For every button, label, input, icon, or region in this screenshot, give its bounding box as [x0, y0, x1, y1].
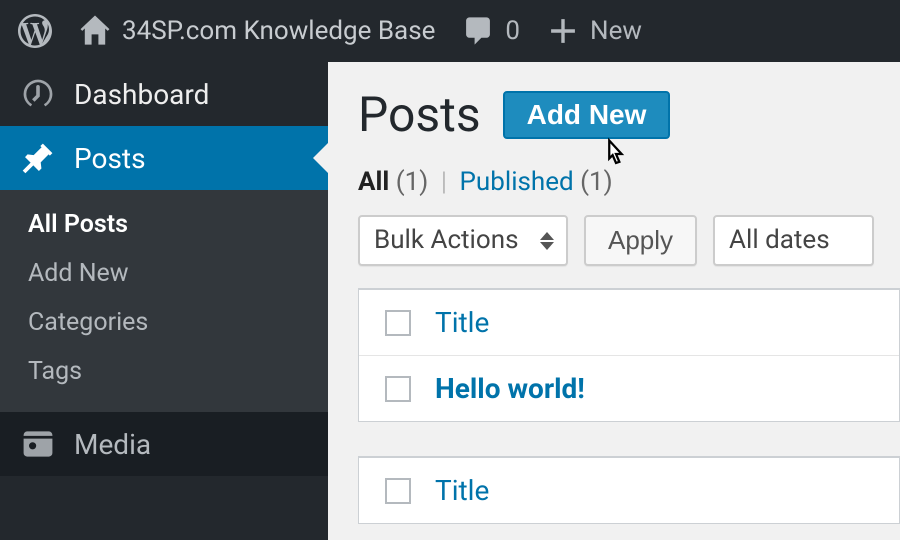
comment-icon	[461, 14, 495, 48]
select-arrows-icon	[540, 232, 556, 250]
table-footer-row: Title	[359, 458, 899, 523]
apply-button[interactable]: Apply	[584, 215, 697, 266]
page-header: Posts Add New	[358, 86, 900, 143]
submenu-categories[interactable]: Categories	[0, 298, 328, 347]
comments-link[interactable]: 0	[453, 0, 528, 62]
menu-media[interactable]: Media	[0, 412, 328, 476]
menu-posts-label: Posts	[74, 142, 146, 175]
home-icon	[78, 14, 112, 48]
date-filter-label: All dates	[729, 225, 830, 255]
admin-sidebar: Dashboard Posts All Posts Add New Catego…	[0, 62, 328, 540]
bulk-actions-label: Bulk Actions	[374, 225, 519, 255]
site-title: 34SP.com Knowledge Base	[122, 16, 435, 46]
posts-table-footer: Title	[358, 456, 900, 524]
content-area: Posts Add New All (1) | Published (1) Bu…	[328, 62, 900, 540]
wordpress-logo-icon	[18, 14, 52, 48]
menu-dashboard[interactable]: Dashboard	[0, 62, 328, 126]
filter-published-link[interactable]: Published	[460, 167, 574, 197]
submenu-tags[interactable]: Tags	[0, 347, 328, 396]
table-row: Hello world!	[359, 356, 899, 421]
site-link[interactable]: 34SP.com Knowledge Base	[70, 0, 443, 62]
menu-dashboard-label: Dashboard	[74, 78, 209, 111]
plus-icon	[546, 14, 580, 48]
submenu-add-new[interactable]: Add New	[0, 249, 328, 298]
submenu-all-posts[interactable]: All Posts	[0, 200, 328, 249]
filter-all-count: (1)	[396, 167, 429, 197]
page-title: Posts	[358, 86, 481, 143]
table-header-row: Title	[359, 290, 899, 356]
menu-media-label: Media	[74, 428, 151, 461]
select-all-checkbox[interactable]	[385, 310, 411, 336]
dashboard-icon	[20, 76, 56, 112]
new-label: New	[590, 16, 642, 46]
add-new-button[interactable]: Add New	[503, 91, 671, 139]
date-filter-select[interactable]: All dates	[713, 215, 874, 266]
bulk-filter-row: Bulk Actions Apply All dates	[358, 215, 900, 266]
select-all-checkbox-footer[interactable]	[385, 478, 411, 504]
column-header-title[interactable]: Title	[435, 306, 489, 339]
filter-published-count: (1)	[580, 167, 613, 197]
posts-table: Title Hello world!	[358, 288, 900, 422]
column-footer-title[interactable]: Title	[435, 474, 489, 507]
admin-bar: 34SP.com Knowledge Base 0 New	[0, 0, 900, 62]
pin-icon	[20, 140, 56, 176]
status-filter-links: All (1) | Published (1)	[358, 167, 900, 197]
filter-all-link[interactable]: All	[358, 167, 389, 197]
post-title-link[interactable]: Hello world!	[435, 372, 585, 405]
new-content-link[interactable]: New	[538, 0, 650, 62]
media-icon	[20, 426, 56, 462]
row-checkbox[interactable]	[385, 376, 411, 402]
table-gap	[358, 422, 900, 456]
comments-count: 0	[505, 16, 520, 46]
separator: |	[441, 167, 447, 197]
wp-logo-menu[interactable]	[10, 0, 60, 62]
submenu-posts: All Posts Add New Categories Tags	[0, 190, 328, 412]
menu-posts[interactable]: Posts	[0, 126, 328, 190]
bulk-actions-select[interactable]: Bulk Actions	[358, 215, 568, 266]
